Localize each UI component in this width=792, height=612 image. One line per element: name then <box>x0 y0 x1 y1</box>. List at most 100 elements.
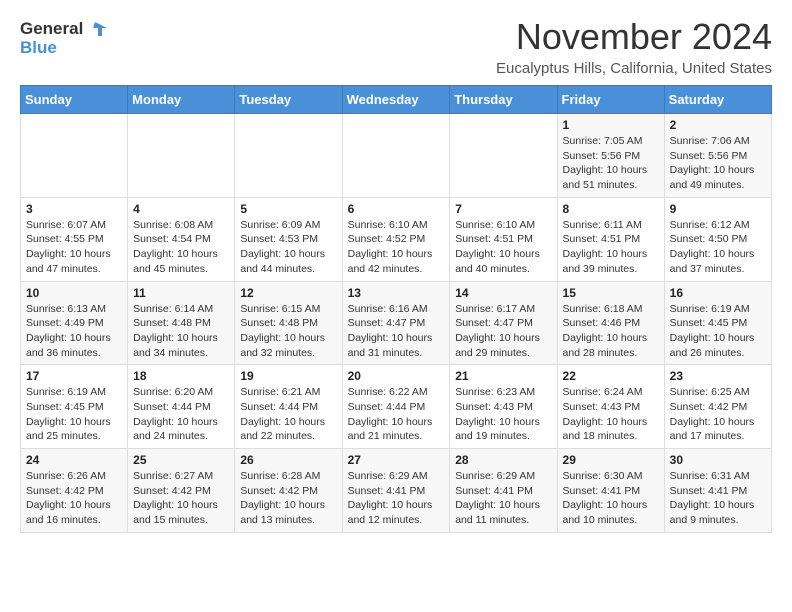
calendar-cell <box>342 114 450 198</box>
calendar-cell: 3 Sunrise: 6:07 AM Sunset: 4:55 PM Daylig… <box>21 197 128 281</box>
day-info: Sunrise: 6:31 AM Sunset: 4:41 PM Dayligh… <box>670 469 766 528</box>
day-number: 6 <box>348 202 445 216</box>
day-number: 19 <box>240 369 336 383</box>
day-number: 4 <box>133 202 229 216</box>
day-info: Sunrise: 6:24 AM Sunset: 4:43 PM Dayligh… <box>563 385 659 444</box>
calendar-cell <box>21 114 128 198</box>
week-row-1: 1 Sunrise: 7:05 AM Sunset: 5:56 PM Daylig… <box>21 114 772 198</box>
day-number: 2 <box>670 118 766 132</box>
day-number: 29 <box>563 453 659 467</box>
day-info: Sunrise: 6:30 AM Sunset: 4:41 PM Dayligh… <box>563 469 659 528</box>
day-number: 30 <box>670 453 766 467</box>
col-header-monday: Monday <box>128 86 235 114</box>
week-row-4: 17Sunrise: 6:19 AM Sunset: 4:45 PM Dayli… <box>21 365 772 449</box>
day-number: 3 <box>26 202 122 216</box>
day-info: Sunrise: 7:05 AM Sunset: 5:56 PM Dayligh… <box>563 134 659 193</box>
day-number: 9 <box>670 202 766 216</box>
calendar-cell: 5 Sunrise: 6:09 AM Sunset: 4:53 PM Daylig… <box>235 197 342 281</box>
day-info: Sunrise: 6:08 AM Sunset: 4:54 PM Dayligh… <box>133 218 229 277</box>
calendar-cell: 19 Sunrise: 6:21 AM Sunset: 4:44 PM Dayli… <box>235 365 342 449</box>
calendar-cell: 24Sunrise: 6:26 AM Sunset: 4:42 PM Dayli… <box>21 449 128 533</box>
calendar-cell: 18Sunrise: 6:20 AM Sunset: 4:44 PM Dayli… <box>128 365 235 449</box>
calendar-cell: 2 Sunrise: 7:06 AM Sunset: 5:56 PM Daylig… <box>664 114 771 198</box>
day-info: Sunrise: 6:26 AM Sunset: 4:42 PM Dayligh… <box>26 469 122 528</box>
day-number: 1 <box>563 118 659 132</box>
col-header-thursday: Thursday <box>450 86 557 114</box>
day-number: 22 <box>563 369 659 383</box>
calendar-header-row: SundayMondayTuesdayWednesdayThursdayFrid… <box>21 86 772 114</box>
day-info: Sunrise: 6:17 AM Sunset: 4:47 PM Dayligh… <box>455 302 551 361</box>
day-info: Sunrise: 6:23 AM Sunset: 4:43 PM Dayligh… <box>455 385 551 444</box>
day-info: Sunrise: 6:29 AM Sunset: 4:41 PM Dayligh… <box>348 469 445 528</box>
day-info: Sunrise: 6:21 AM Sunset: 4:44 PM Dayligh… <box>240 385 336 444</box>
day-number: 17 <box>26 369 122 383</box>
logo-bird-icon <box>85 20 107 38</box>
logo-blue: Blue <box>20 39 107 58</box>
week-row-3: 10Sunrise: 6:13 AM Sunset: 4:49 PM Dayli… <box>21 281 772 365</box>
month-title: November 2024 <box>496 16 772 58</box>
day-number: 25 <box>133 453 229 467</box>
day-number: 5 <box>240 202 336 216</box>
calendar-cell: 8 Sunrise: 6:11 AM Sunset: 4:51 PM Daylig… <box>557 197 664 281</box>
calendar-cell: 15Sunrise: 6:18 AM Sunset: 4:46 PM Dayli… <box>557 281 664 365</box>
calendar-cell: 29 Sunrise: 6:30 AM Sunset: 4:41 PM Dayli… <box>557 449 664 533</box>
calendar-cell: 4 Sunrise: 6:08 AM Sunset: 4:54 PM Daylig… <box>128 197 235 281</box>
day-info: Sunrise: 6:11 AM Sunset: 4:51 PM Dayligh… <box>563 218 659 277</box>
day-info: Sunrise: 6:28 AM Sunset: 4:42 PM Dayligh… <box>240 469 336 528</box>
calendar-cell: 16 Sunrise: 6:19 AM Sunset: 4:45 PM Dayli… <box>664 281 771 365</box>
col-header-friday: Friday <box>557 86 664 114</box>
logo: General Blue <box>20 20 107 57</box>
week-row-2: 3 Sunrise: 6:07 AM Sunset: 4:55 PM Daylig… <box>21 197 772 281</box>
day-info: Sunrise: 6:22 AM Sunset: 4:44 PM Dayligh… <box>348 385 445 444</box>
day-info: Sunrise: 6:16 AM Sunset: 4:47 PM Dayligh… <box>348 302 445 361</box>
calendar-cell: 28Sunrise: 6:29 AM Sunset: 4:41 PM Dayli… <box>450 449 557 533</box>
calendar-cell: 11Sunrise: 6:14 AM Sunset: 4:48 PM Dayli… <box>128 281 235 365</box>
calendar-cell: 10Sunrise: 6:13 AM Sunset: 4:49 PM Dayli… <box>21 281 128 365</box>
day-number: 7 <box>455 202 551 216</box>
calendar-cell: 30 Sunrise: 6:31 AM Sunset: 4:41 PM Dayli… <box>664 449 771 533</box>
day-number: 8 <box>563 202 659 216</box>
day-number: 14 <box>455 286 551 300</box>
calendar-cell: 12 Sunrise: 6:15 AM Sunset: 4:48 PM Dayli… <box>235 281 342 365</box>
calendar-cell: 1 Sunrise: 7:05 AM Sunset: 5:56 PM Daylig… <box>557 114 664 198</box>
day-info: Sunrise: 6:19 AM Sunset: 4:45 PM Dayligh… <box>670 302 766 361</box>
calendar-cell: 6 Sunrise: 6:10 AM Sunset: 4:52 PM Daylig… <box>342 197 450 281</box>
day-number: 16 <box>670 286 766 300</box>
day-number: 26 <box>240 453 336 467</box>
calendar-cell: 26 Sunrise: 6:28 AM Sunset: 4:42 PM Dayli… <box>235 449 342 533</box>
day-info: Sunrise: 6:10 AM Sunset: 4:52 PM Dayligh… <box>348 218 445 277</box>
calendar-cell: 9 Sunrise: 6:12 AM Sunset: 4:50 PM Daylig… <box>664 197 771 281</box>
day-info: Sunrise: 6:09 AM Sunset: 4:53 PM Dayligh… <box>240 218 336 277</box>
title-area: November 2024 Eucalyptus Hills, Californ… <box>496 16 772 77</box>
logo-general: General <box>20 20 83 39</box>
day-number: 12 <box>240 286 336 300</box>
col-header-saturday: Saturday <box>664 86 771 114</box>
calendar-cell <box>128 114 235 198</box>
day-number: 28 <box>455 453 551 467</box>
col-header-tuesday: Tuesday <box>235 86 342 114</box>
day-info: Sunrise: 6:07 AM Sunset: 4:55 PM Dayligh… <box>26 218 122 277</box>
calendar-table: SundayMondayTuesdayWednesdayThursdayFrid… <box>20 85 772 533</box>
day-info: Sunrise: 6:27 AM Sunset: 4:42 PM Dayligh… <box>133 469 229 528</box>
day-info: Sunrise: 6:12 AM Sunset: 4:50 PM Dayligh… <box>670 218 766 277</box>
day-info: Sunrise: 6:14 AM Sunset: 4:48 PM Dayligh… <box>133 302 229 361</box>
day-info: Sunrise: 7:06 AM Sunset: 5:56 PM Dayligh… <box>670 134 766 193</box>
calendar-cell: 25 Sunrise: 6:27 AM Sunset: 4:42 PM Dayli… <box>128 449 235 533</box>
calendar-cell: 27 Sunrise: 6:29 AM Sunset: 4:41 PM Dayli… <box>342 449 450 533</box>
day-info: Sunrise: 6:15 AM Sunset: 4:48 PM Dayligh… <box>240 302 336 361</box>
calendar-cell: 7 Sunrise: 6:10 AM Sunset: 4:51 PM Daylig… <box>450 197 557 281</box>
day-number: 27 <box>348 453 445 467</box>
calendar-cell: 13Sunrise: 6:16 AM Sunset: 4:47 PM Dayli… <box>342 281 450 365</box>
day-number: 21 <box>455 369 551 383</box>
week-row-5: 24Sunrise: 6:26 AM Sunset: 4:42 PM Dayli… <box>21 449 772 533</box>
col-header-wednesday: Wednesday <box>342 86 450 114</box>
calendar-cell: 14 Sunrise: 6:17 AM Sunset: 4:47 PM Dayli… <box>450 281 557 365</box>
day-number: 10 <box>26 286 122 300</box>
day-info: Sunrise: 6:18 AM Sunset: 4:46 PM Dayligh… <box>563 302 659 361</box>
day-info: Sunrise: 6:10 AM Sunset: 4:51 PM Dayligh… <box>455 218 551 277</box>
calendar-cell: 21 Sunrise: 6:23 AM Sunset: 4:43 PM Dayli… <box>450 365 557 449</box>
day-number: 18 <box>133 369 229 383</box>
calendar-cell: 17Sunrise: 6:19 AM Sunset: 4:45 PM Dayli… <box>21 365 128 449</box>
calendar-cell: 20Sunrise: 6:22 AM Sunset: 4:44 PM Dayli… <box>342 365 450 449</box>
col-header-sunday: Sunday <box>21 86 128 114</box>
